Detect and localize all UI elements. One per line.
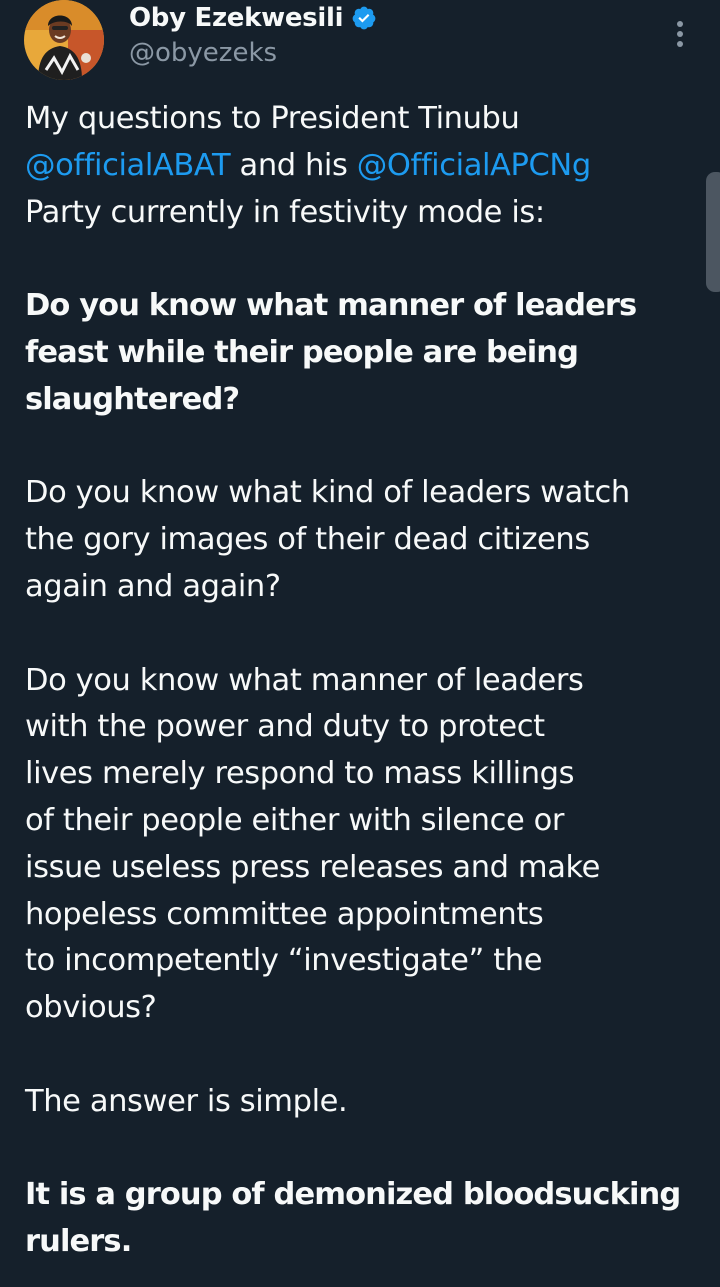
more-vertical-icon[interactable]: [664, 14, 696, 54]
tweet-text-fragment: and his: [230, 147, 357, 183]
author-display-name[interactable]: Oby Ezekwesili: [129, 3, 344, 33]
tweet-line: @officialABAT and his @OfficialAPCNg: [25, 143, 705, 190]
tweet-line: again and again?: [25, 568, 281, 604]
tweet-line: Party currently in festivity mode is:: [25, 194, 545, 230]
tweet-line: The answer is simple.: [25, 1083, 348, 1119]
tweet-line: Do you know what kind of leaders watch: [25, 475, 630, 511]
tweet-line: issue useless press releases and make: [25, 849, 601, 885]
tweet-line: My questions to President Tinubu: [25, 101, 520, 136]
tweet-line: rulers.: [25, 1224, 132, 1260]
tweet-paragraph-bold: Do you know what manner of leaders feast…: [25, 283, 705, 423]
tweet-paragraph-bold: It is a group of demonized bloodsucking …: [25, 1172, 705, 1266]
tweet-line: of their people either with silence or: [25, 802, 565, 838]
tweet-line: to incompetently “investigate” the: [25, 943, 543, 979]
tweet-paragraph: My questions to President Tinubu @offici…: [25, 96, 705, 236]
author-handle[interactable]: @obyezeks: [129, 38, 277, 68]
tweet-line: lives merely respond to mass killings: [25, 756, 575, 792]
tweet-line: feast while their people are being: [25, 334, 579, 370]
tweet-text: My questions to President Tinubu @offici…: [25, 96, 705, 1266]
tweet-paragraph: The answer is simple.: [25, 1079, 705, 1126]
tweet-line: Do you know what manner of leaders: [25, 662, 584, 698]
tweet-line: It is a group of demonized bloodsucking: [25, 1177, 681, 1213]
mention-link[interactable]: @OfficialAPCNg: [357, 148, 591, 183]
tweet-header: Oby Ezekwesili @obyezeks: [0, 0, 720, 90]
tweet-line: Do you know what manner of leaders: [25, 288, 637, 324]
tweet-line: with the power and duty to protect: [25, 709, 545, 745]
tweet-paragraph: Do you know what manner of leaders with …: [25, 658, 705, 1032]
tweet-line: obvious?: [25, 990, 157, 1026]
author-name-row[interactable]: Oby Ezekwesili: [129, 0, 377, 38]
avatar[interactable]: [24, 0, 104, 80]
tweet-line: slaughtered?: [25, 381, 240, 417]
tweet-line: hopeless committee appointments: [25, 896, 544, 932]
mention-link[interactable]: @officialABAT: [25, 148, 231, 183]
scrollbar-thumb[interactable]: [706, 172, 720, 292]
tweet-line: the gory images of their dead citizens: [25, 522, 590, 558]
tweet-paragraph: Do you know what kind of leaders watch t…: [25, 470, 705, 610]
verified-badge-icon: [352, 6, 376, 30]
